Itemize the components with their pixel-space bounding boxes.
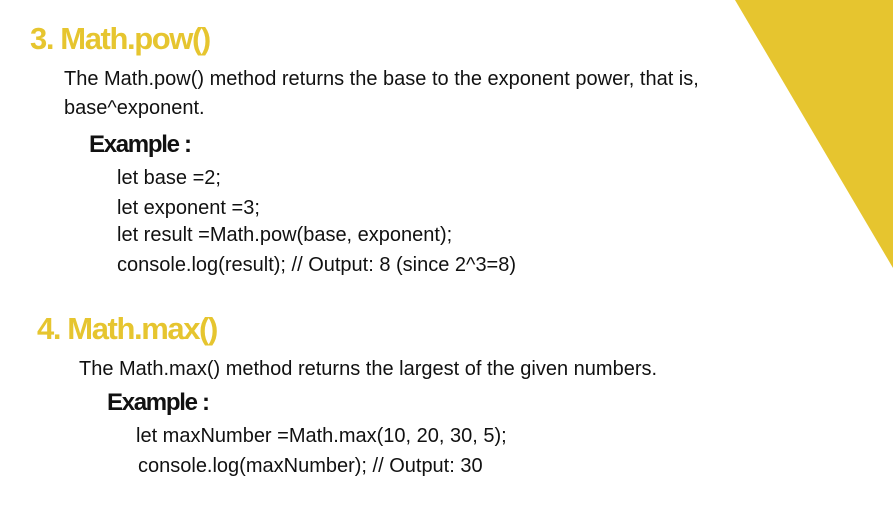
code-line: let maxNumber =Math.max(10, 20, 30, 5); <box>136 425 507 447</box>
description-line: base^exponent. <box>64 97 205 119</box>
example-label: Example : <box>89 131 192 158</box>
section-description-math-pow: The Math.pow() method returns the base t… <box>64 65 699 123</box>
section-heading-math-max: 4. Math.max() <box>37 311 218 346</box>
code-line: let exponent =3; <box>117 197 260 219</box>
section-heading-math-pow: 3. Math.pow() <box>30 21 211 56</box>
description-line: The Math.pow() method returns the base t… <box>64 68 699 90</box>
code-line: let base =2; <box>117 167 221 189</box>
description-line: The Math.max() method returns the larges… <box>79 358 658 380</box>
code-line: let result =Math.pow(base, exponent); <box>117 224 453 246</box>
code-line: console.log(result); // Output: 8 (since… <box>117 254 517 276</box>
section-description-math-max: The Math.max() method returns the larges… <box>79 355 657 384</box>
example-label: Example : <box>107 389 210 416</box>
code-line: console.log(maxNumber); // Output: 30 <box>138 455 483 477</box>
